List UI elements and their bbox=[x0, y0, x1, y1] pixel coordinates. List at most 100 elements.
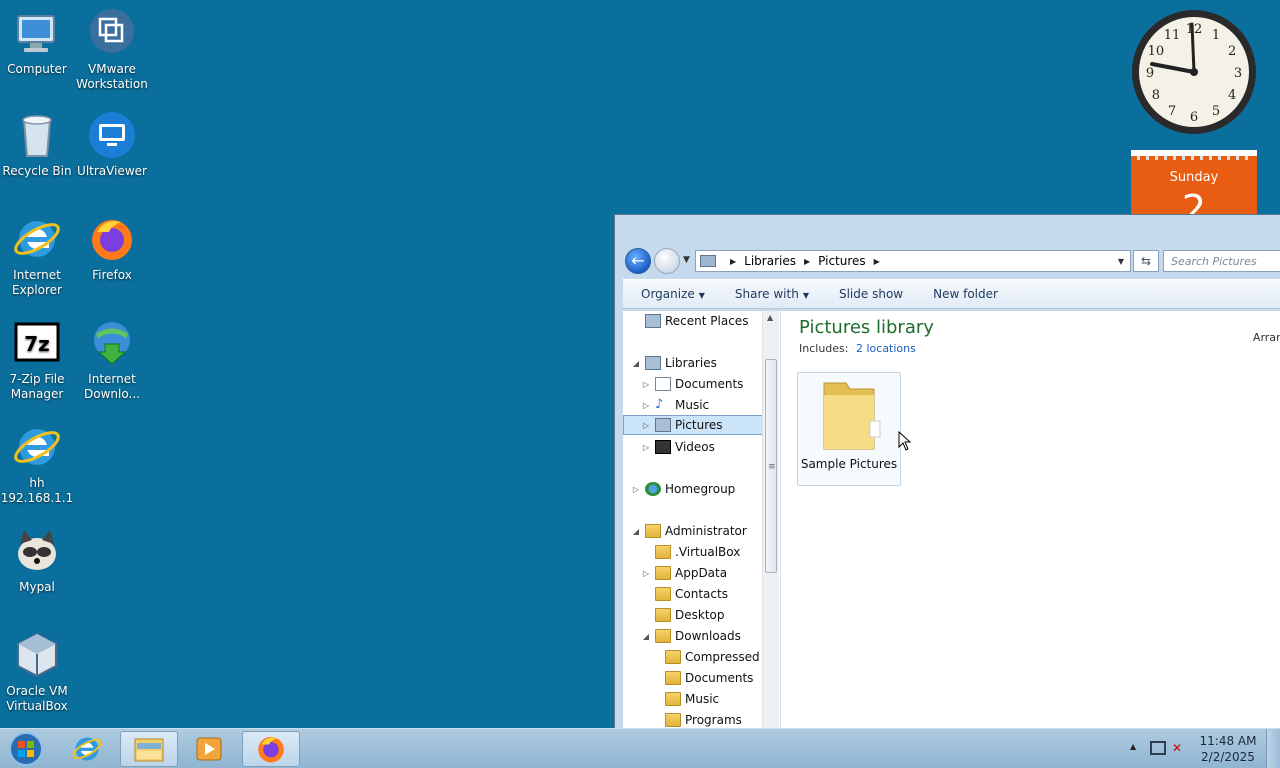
taskbar-firefox[interactable] bbox=[242, 731, 300, 767]
tree-item-programs[interactable]: Programs bbox=[651, 710, 742, 729]
desktop-icon-recycle-bin[interactable]: Recycle Bin bbox=[0, 110, 74, 179]
tree-item-pictures[interactable]: ▷ Pictures bbox=[623, 415, 763, 435]
desktop-icon-virtualbox[interactable]: Oracle VM VirtualBox bbox=[0, 630, 74, 714]
collapsed-arrow-icon[interactable]: ▷ bbox=[641, 380, 651, 389]
show-desktop-button[interactable] bbox=[1266, 729, 1280, 768]
calendar-gadget[interactable]: Sunday 2 bbox=[1131, 150, 1257, 216]
recent-places-icon bbox=[645, 314, 661, 328]
internet-explorer-shortcut-icon bbox=[14, 429, 60, 465]
desktop-icon-mypal[interactable]: Mypal bbox=[0, 526, 74, 595]
desktop-icon-7zip[interactable]: 7z 7-Zip File Manager bbox=[0, 318, 74, 402]
expanded-arrow-icon[interactable]: ◢ bbox=[631, 359, 641, 368]
scrollbar-thumb[interactable]: ≡ bbox=[765, 359, 777, 573]
address-dropdown-icon[interactable]: ▼ bbox=[1118, 257, 1124, 266]
tree-item-downloads-music[interactable]: Music bbox=[651, 689, 719, 709]
collapsed-arrow-icon[interactable]: ▷ bbox=[631, 485, 641, 494]
desktop-icon-computer[interactable]: Computer bbox=[0, 8, 74, 77]
recent-pages-dropdown[interactable]: ▼ bbox=[683, 255, 690, 265]
desktop-icon-internet-explorer[interactable]: Internet Explorer bbox=[0, 214, 74, 298]
breadcrumb-pictures[interactable]: Pictures bbox=[818, 254, 866, 268]
calendar-rings bbox=[1137, 156, 1251, 160]
folder-icon bbox=[665, 650, 681, 664]
search-input[interactable] bbox=[1163, 250, 1280, 272]
tree-item-documents[interactable]: ▷ Documents bbox=[641, 374, 743, 394]
tree-item-administrator[interactable]: ◢ Administrator bbox=[631, 521, 747, 541]
forward-button[interactable] bbox=[654, 248, 680, 274]
collapsed-arrow-icon[interactable]: ▷ bbox=[641, 443, 651, 452]
chevron-down-icon: ▼ bbox=[698, 291, 705, 300]
slide-show-button[interactable]: Slide show bbox=[839, 287, 903, 301]
tree-item-music[interactable]: ▷ ♪ Music bbox=[641, 395, 709, 415]
internet-explorer-icon bbox=[14, 221, 60, 257]
tree-label: Homegroup bbox=[665, 482, 736, 496]
desktop-icon-firefox[interactable]: Firefox bbox=[75, 214, 149, 283]
clock-numeral: 3 bbox=[1234, 66, 1242, 81]
tree-item-appdata[interactable]: ▷ AppData bbox=[641, 563, 727, 583]
folder-icon bbox=[823, 382, 881, 450]
navigation-scrollbar[interactable]: ▲ ≡ bbox=[762, 311, 779, 729]
tree-item-compressed[interactable]: Compressed bbox=[651, 647, 760, 667]
contacts-folder-icon bbox=[655, 587, 671, 601]
refresh-button[interactable]: ⇆ bbox=[1133, 250, 1159, 272]
tree-item-desktop[interactable]: Desktop bbox=[641, 605, 725, 625]
tree-item-downloads[interactable]: ◢ Downloads bbox=[641, 626, 741, 646]
desktop-icon-vmware[interactable]: VMware Workstation bbox=[75, 8, 149, 92]
tree-item-libraries[interactable]: ◢ Libraries bbox=[631, 353, 717, 373]
internet-explorer-icon bbox=[72, 737, 102, 761]
back-button[interactable]: ← bbox=[625, 248, 651, 274]
tree-item-downloads-documents[interactable]: Documents bbox=[651, 668, 753, 688]
start-button[interactable] bbox=[6, 731, 46, 767]
show-hidden-icons-icon[interactable]: ▲ bbox=[1130, 742, 1136, 751]
expanded-arrow-icon[interactable]: ◢ bbox=[631, 527, 641, 536]
tree-item-videos[interactable]: ▷ Videos bbox=[641, 437, 715, 457]
clock-gadget[interactable]: 12 12 3 45678 9 1011 bbox=[1130, 8, 1258, 136]
taskbar-media-player[interactable] bbox=[180, 731, 238, 767]
clock-numeral: 11 bbox=[1164, 28, 1181, 43]
desktop-icon-ultraviewer[interactable]: UltraViewer bbox=[75, 110, 149, 179]
scroll-up-arrow-icon[interactable]: ▲ bbox=[767, 313, 773, 322]
tray-date[interactable]: 2/2/2025 bbox=[1198, 750, 1258, 764]
tray-time[interactable]: 11:48 AM bbox=[1198, 734, 1258, 748]
tree-item-homegroup[interactable]: ▷ Homegroup bbox=[631, 479, 735, 499]
address-bar[interactable]: ▶ Libraries ▶ Pictures ▶ ▼ bbox=[695, 250, 1131, 272]
explorer-window[interactable]: ← ▼ ▶ Libraries ▶ Pictures ▶ ▼ ⇆ Organiz… bbox=[614, 214, 1280, 730]
clock-numeral: 7 bbox=[1168, 104, 1176, 119]
tree-label: Desktop bbox=[675, 608, 725, 622]
tree-item-contacts[interactable]: Contacts bbox=[641, 584, 728, 604]
share-with-button[interactable]: Share with ▼ bbox=[735, 287, 809, 301]
collapsed-arrow-icon[interactable]: ▷ bbox=[641, 569, 651, 578]
breadcrumb-arrow-icon[interactable]: ▶ bbox=[730, 257, 736, 266]
network-icon[interactable] bbox=[1150, 741, 1166, 755]
breadcrumb-libraries[interactable]: Libraries bbox=[744, 254, 796, 268]
desktop-icon-label: VMware Workstation bbox=[76, 62, 148, 91]
organize-button[interactable]: Organize ▼ bbox=[641, 287, 705, 301]
desktop-icon-internet-download[interactable]: Internet Downlo... bbox=[75, 318, 149, 402]
folder-icon bbox=[655, 566, 671, 580]
volume-muted-icon[interactable]: ✕ bbox=[1172, 741, 1182, 755]
system-tray: ▲ ✕ 11:48 AM 2/2/2025 bbox=[1120, 729, 1280, 768]
new-folder-button[interactable]: New folder bbox=[933, 287, 998, 301]
collapsed-arrow-icon[interactable]: ▷ bbox=[641, 401, 651, 410]
folder-tile-sample-pictures[interactable]: Sample Pictures bbox=[797, 372, 901, 486]
calendar-weekday: Sunday bbox=[1169, 170, 1219, 185]
collapsed-arrow-icon[interactable]: ▷ bbox=[641, 421, 651, 430]
desktop-icon-hh[interactable]: hh 192.168.1.1 bbox=[0, 422, 74, 506]
scrollbar-grip-icon: ≡ bbox=[768, 462, 776, 472]
tree-item-recent-places[interactable]: Recent Places bbox=[631, 311, 748, 331]
navigation-pane[interactable]: Recent Places ◢ Libraries ▷ Documents ▷ ♪ Mu… bbox=[623, 311, 781, 729]
organize-label: Organize bbox=[641, 287, 695, 301]
breadcrumb-arrow-icon[interactable]: ▶ bbox=[874, 257, 880, 266]
taskbar-internet-explorer[interactable] bbox=[58, 731, 116, 767]
arrange-by-label[interactable]: Arrang bbox=[1253, 331, 1280, 344]
command-bar: Organize ▼ Share with ▼ Slide show New fol… bbox=[623, 279, 1280, 309]
taskbar-windows-explorer[interactable] bbox=[120, 731, 178, 767]
content-pane[interactable]: Pictures library Includes: 2 locations A… bbox=[781, 311, 1280, 729]
library-title: Pictures library bbox=[799, 317, 934, 338]
expanded-arrow-icon[interactable]: ◢ bbox=[641, 632, 651, 641]
locations-link[interactable]: 2 locations bbox=[856, 342, 916, 355]
breadcrumb-arrow-icon[interactable]: ▶ bbox=[804, 257, 810, 266]
mouse-cursor-icon bbox=[898, 431, 912, 451]
folder-icon bbox=[665, 692, 681, 706]
tree-label: Administrator bbox=[665, 524, 747, 538]
tree-item-virtualbox-folder[interactable]: .VirtualBox bbox=[641, 542, 740, 562]
